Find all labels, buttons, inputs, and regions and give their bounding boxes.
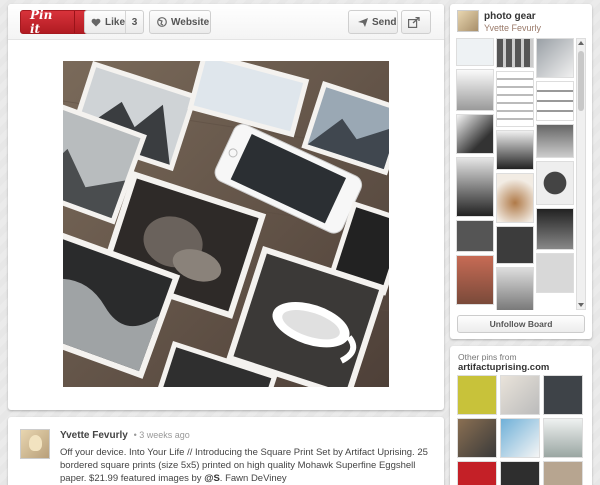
- board-pin-thumb[interactable]: [536, 253, 574, 293]
- other-pins-card: Other pins from artifactuprising.com: [450, 346, 592, 485]
- pin-it-label: Pin it: [21, 8, 76, 36]
- pin-time: • 3 weeks ago: [133, 430, 190, 440]
- pin-it-button[interactable]: Pin it 1: [20, 8, 91, 36]
- board-pin-thumb[interactable]: [536, 81, 574, 121]
- board-pin-thumb[interactable]: [496, 267, 534, 310]
- other-pins-label: Other pins from: [458, 352, 517, 362]
- website-button[interactable]: Website: [149, 10, 211, 34]
- unfollow-board-button[interactable]: Unfollow Board: [457, 315, 585, 333]
- other-pin-thumb[interactable]: [457, 461, 497, 485]
- pin-image[interactable]: [63, 61, 389, 387]
- board-pin-thumb[interactable]: [496, 130, 534, 170]
- mention-link[interactable]: @S: [204, 473, 220, 484]
- pin-description: Off your device. Into Your Life // Intro…: [60, 446, 436, 485]
- board-pin-thumb[interactable]: [456, 114, 494, 154]
- pin-description-suffix: . Fawn DeViney: [219, 473, 287, 484]
- pin-description-card: Yvette Fevurly • 3 weeks ago Off your de…: [8, 417, 444, 485]
- paper-plane-icon: [358, 17, 368, 27]
- other-pin-thumb[interactable]: [543, 461, 583, 485]
- board-pin-thumb[interactable]: [456, 69, 494, 111]
- pin-toolbar: Pin it 1 Like 3 Website Send: [8, 4, 444, 40]
- board-pin-thumb[interactable]: [496, 226, 534, 264]
- other-pin-thumb[interactable]: [500, 418, 540, 458]
- board-pin-thumb[interactable]: [536, 208, 574, 250]
- board-pins-column: [496, 38, 534, 310]
- send-button[interactable]: Send: [348, 10, 398, 34]
- other-pin-thumb[interactable]: [500, 461, 540, 485]
- website-label: Website: [171, 16, 210, 28]
- board-pins-column: [536, 38, 574, 296]
- board-pins-grid: [456, 38, 574, 310]
- scroll-down-icon[interactable]: [578, 303, 584, 307]
- pin-photo-illustration: [63, 61, 389, 387]
- pin-card: Pin it 1 Like 3 Website Send: [8, 4, 444, 410]
- board-pin-thumb[interactable]: [536, 161, 574, 205]
- heart-icon: [91, 18, 101, 26]
- globe-icon: [157, 17, 167, 27]
- share-arrow-icon: [408, 16, 420, 28]
- like-label: Like: [105, 16, 126, 28]
- other-pin-thumb[interactable]: [543, 375, 583, 415]
- avatar[interactable]: [20, 429, 50, 459]
- board-scrollbar[interactable]: [576, 38, 586, 310]
- board-pin-thumb[interactable]: [456, 157, 494, 217]
- scroll-up-icon[interactable]: [578, 41, 584, 45]
- board-pins-column: [456, 38, 494, 308]
- board-pin-thumb[interactable]: [456, 220, 494, 252]
- board-pin-thumb[interactable]: [496, 173, 534, 223]
- board-pin-thumb[interactable]: [456, 38, 494, 66]
- board-title[interactable]: photo gear: [484, 11, 536, 22]
- board-pin-thumb[interactable]: [536, 124, 574, 158]
- board-owner[interactable]: Yvette Fevurly: [484, 23, 541, 33]
- board-pin-thumb[interactable]: [496, 71, 534, 127]
- send-label: Send: [372, 16, 397, 28]
- like-count: 3: [125, 11, 143, 33]
- board-avatar[interactable]: [457, 10, 479, 32]
- other-pin-thumb[interactable]: [457, 375, 497, 415]
- board-pin-thumb[interactable]: [496, 38, 534, 68]
- pinner-name[interactable]: Yvette Fevurly: [60, 430, 128, 441]
- pinner-name-line: Yvette Fevurly • 3 weeks ago: [60, 430, 190, 441]
- other-pin-thumb[interactable]: [543, 418, 583, 458]
- other-pin-thumb[interactable]: [500, 375, 540, 415]
- other-pins-site[interactable]: artifactuprising.com: [458, 362, 549, 373]
- scrollbar-thumb[interactable]: [578, 51, 584, 111]
- other-pin-thumb[interactable]: [457, 418, 497, 458]
- board-pin-thumb[interactable]: [456, 255, 494, 305]
- share-button[interactable]: [401, 10, 431, 34]
- like-button[interactable]: Like 3: [84, 10, 144, 34]
- board-pin-thumb[interactable]: [536, 38, 574, 78]
- board-card: photo gear Yvette Fevurly Unfollow Board: [450, 4, 592, 339]
